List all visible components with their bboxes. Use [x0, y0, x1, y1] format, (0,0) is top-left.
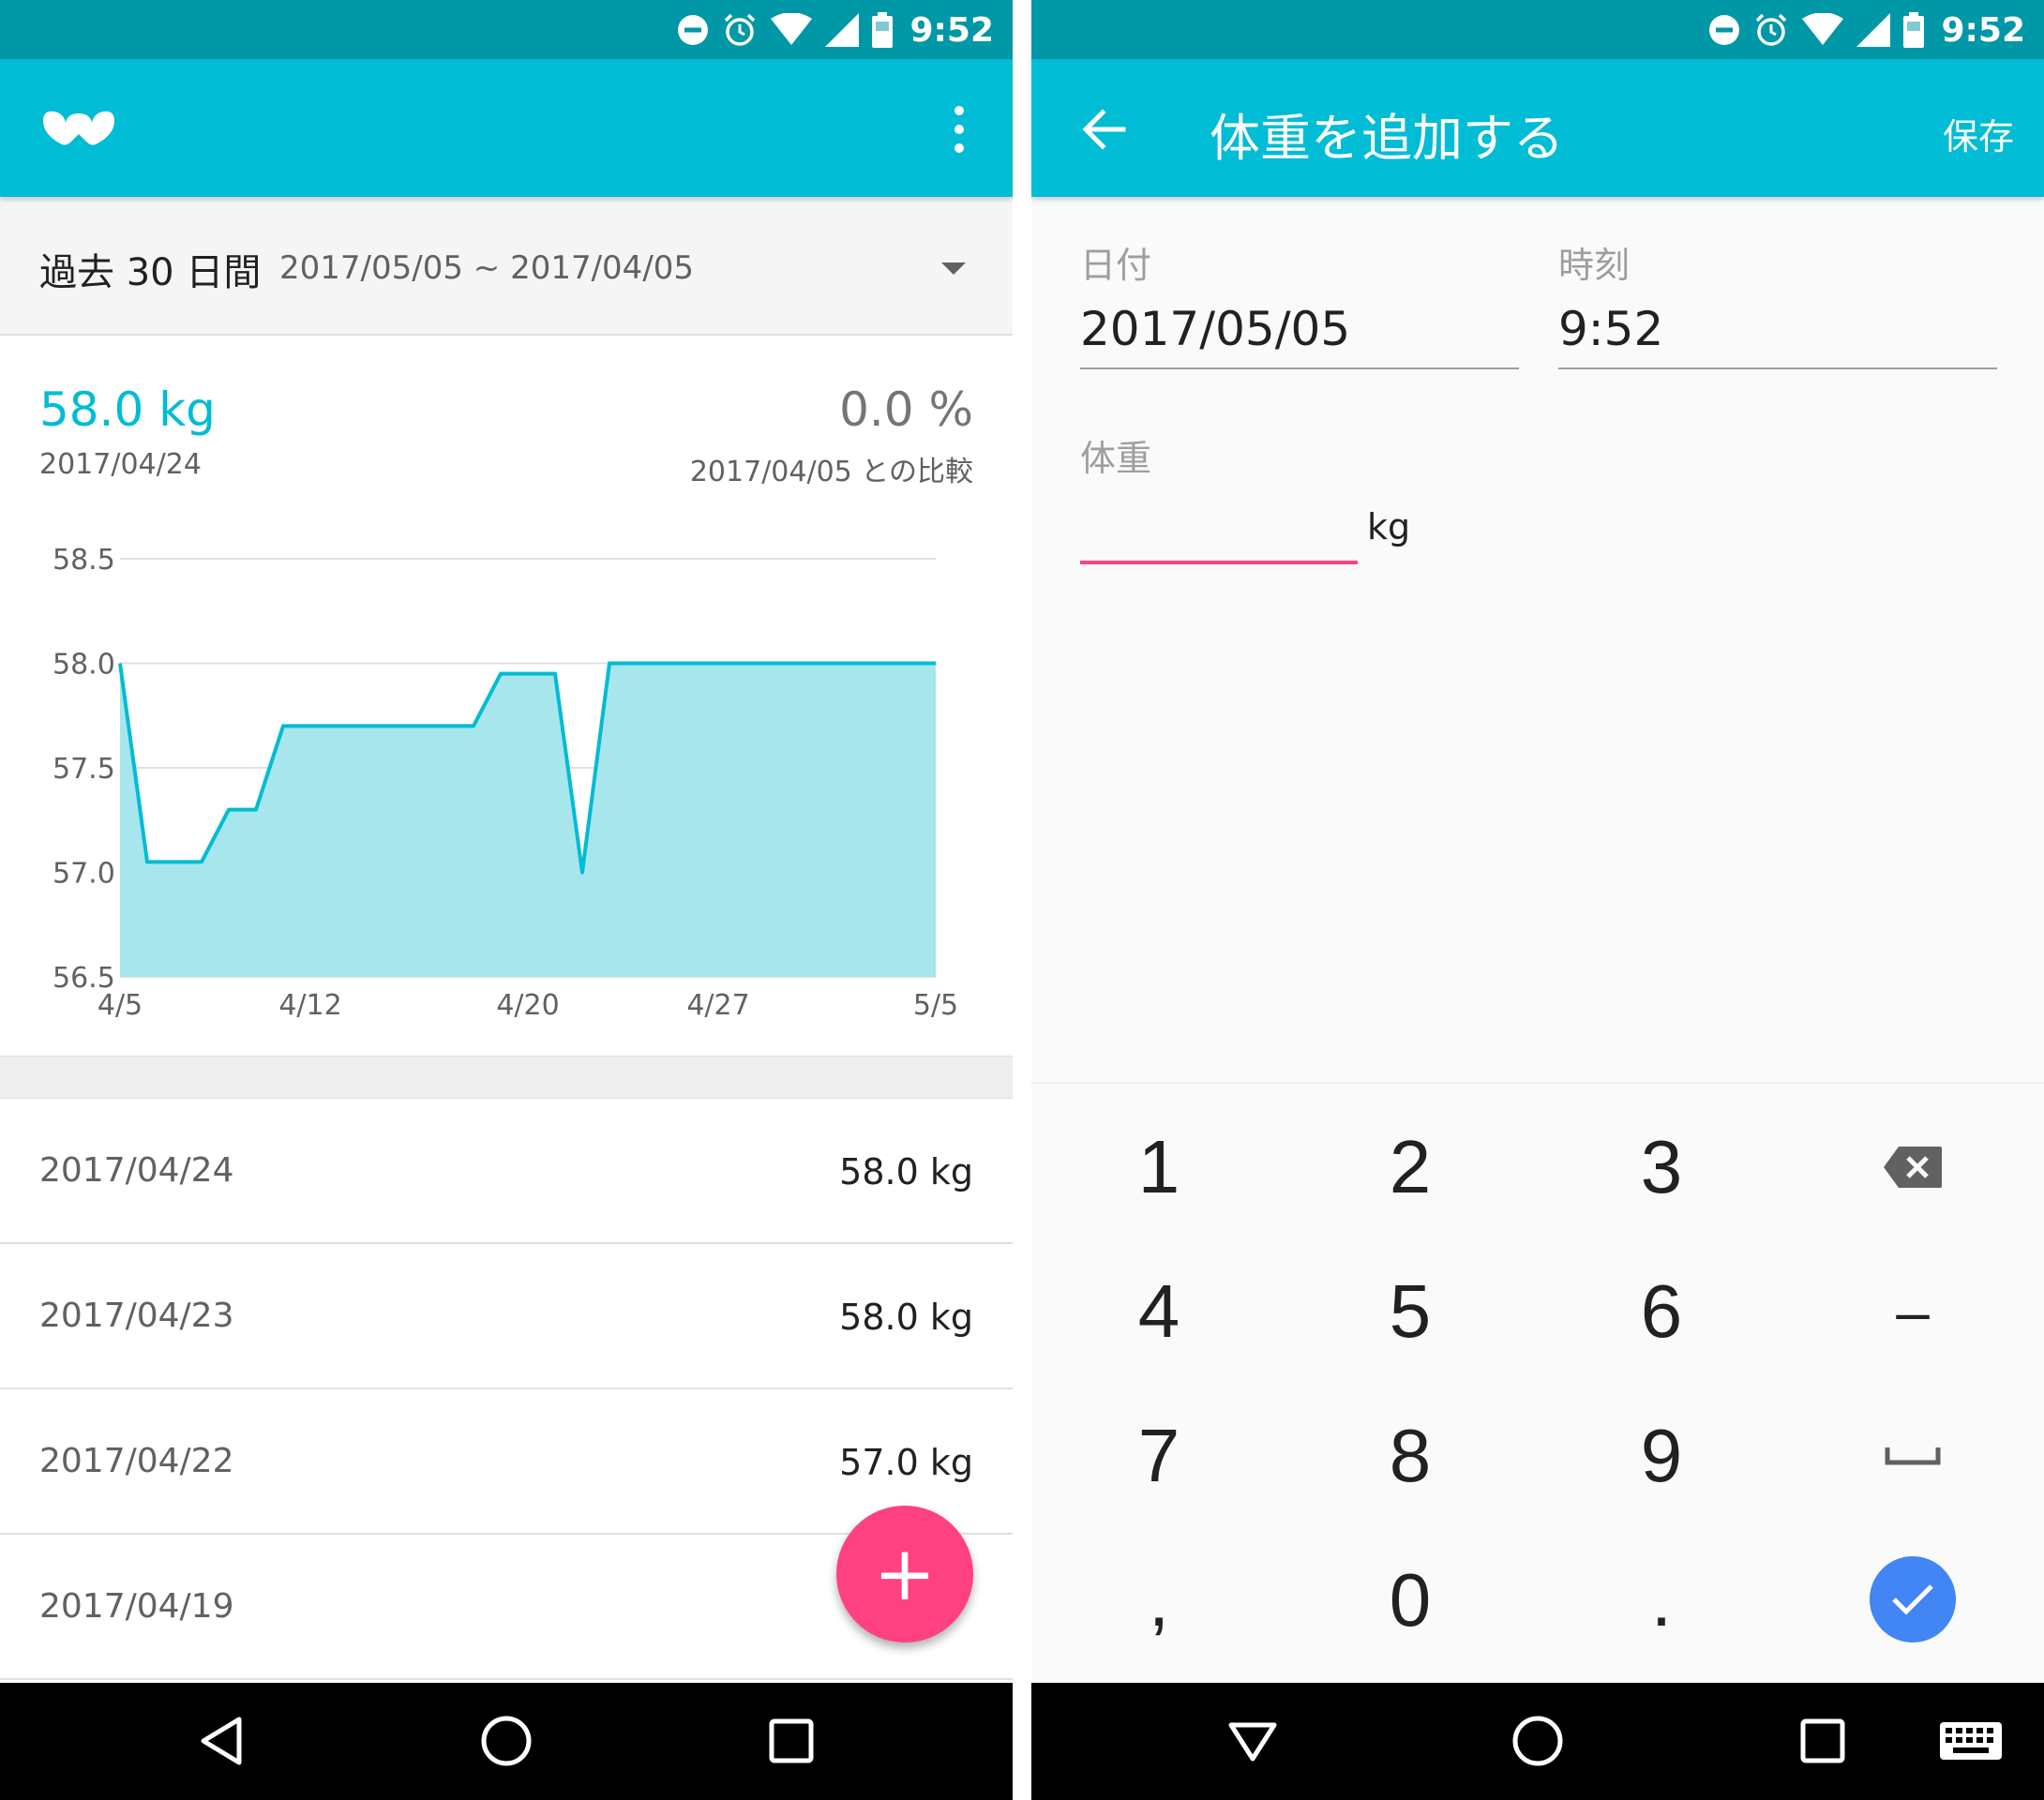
time-field[interactable]: 9:52 — [1558, 302, 1663, 356]
home-nav-icon[interactable] — [1510, 1713, 1566, 1769]
period-range: 2017/05/05 ~ 2017/04/05 — [279, 249, 695, 287]
x-tick-label: 4/20 — [496, 989, 559, 1022]
key-minus[interactable]: – — [1810, 1241, 2016, 1382]
x-tick-label: 4/27 — [686, 989, 749, 1022]
do-not-disturb-icon — [678, 15, 709, 45]
key-2[interactable]: 2 — [1307, 1097, 1513, 1238]
recents-nav-icon[interactable] — [1795, 1713, 1851, 1769]
app-bar: 体重を追加する 保存 — [1031, 59, 2044, 197]
battery-icon — [872, 12, 894, 48]
status-bar: 9:52 — [1031, 0, 2044, 59]
keyboard-switch-icon[interactable] — [1933, 1713, 2008, 1769]
status-bar: 9:52 — [0, 0, 1013, 59]
list-item[interactable]: 2017/04/22 57.0 kg — [0, 1389, 1013, 1535]
alarm-icon — [1756, 13, 1787, 46]
weight-chart: 58.558.057.557.056.54/5 4/12 4/20 4/27 5/5 — [53, 544, 958, 1022]
add-weight-form: 日付 2017/05/05 時刻 9:52 体重 kg — [1031, 197, 2044, 1082]
latest-weight: 58.0 kg — [39, 382, 216, 437]
key-1[interactable]: 1 — [1056, 1097, 1262, 1238]
latest-weight-date: 2017/04/24 — [39, 448, 202, 481]
key-8[interactable]: 8 — [1307, 1386, 1513, 1526]
record-date: 2017/04/19 — [39, 1587, 234, 1626]
app-logo-icon — [43, 111, 114, 145]
x-tick-label: 4/5 — [98, 989, 143, 1022]
time-label: 時刻 — [1558, 245, 1631, 286]
y-tick-label: 58.0 — [53, 649, 115, 682]
change-percent: 0.0 % — [839, 382, 973, 437]
do-not-disturb-icon — [1709, 15, 1740, 45]
x-tick-label: 5/5 — [913, 989, 958, 1022]
period-selector[interactable]: 過去 30 日間 2017/05/05 ~ 2017/04/05 — [0, 197, 1013, 336]
compare-date: 2017/04/05 との比較 — [689, 456, 973, 488]
back-nav-icon[interactable] — [193, 1713, 249, 1769]
weight-input-underline — [1080, 561, 1358, 564]
signal-icon — [825, 13, 860, 47]
numeric-keypad: 1 2 3 4 5 6 – 7 8 9 , 0 . — [1031, 1082, 2044, 1683]
record-date: 2017/04/22 — [39, 1442, 234, 1480]
check-icon — [1892, 1584, 1933, 1615]
back-arrow-icon[interactable] — [1080, 106, 1127, 153]
record-weight: 58.0 kg — [839, 1297, 973, 1338]
weight-label: 体重 — [1080, 438, 1152, 479]
weight-history-screen: 9:52 過去 30 日間 2017/05/05 ~ 2017/04/05 58… — [0, 0, 1013, 1800]
period-label: 過去 30 日間 — [39, 251, 262, 294]
wifi-icon — [1802, 13, 1844, 45]
key-3[interactable]: 3 — [1558, 1097, 1765, 1238]
status-icons: 9:52 — [677, 9, 994, 51]
y-tick-label: 58.5 — [53, 544, 115, 577]
navigation-bar — [1031, 1683, 2044, 1800]
key-6[interactable]: 6 — [1558, 1241, 1765, 1382]
add-weight-screen: 9:52 体重を追加する 保存 日付 2017/05/05 時刻 9:52 体重… — [1031, 0, 2044, 1800]
status-icons: 9:52 — [1708, 9, 2025, 51]
dropdown-arrow-icon — [941, 262, 966, 275]
status-time: 9:52 — [1941, 10, 2025, 50]
battery-icon — [1903, 12, 1925, 48]
record-date: 2017/04/24 — [39, 1151, 234, 1190]
backspace-key[interactable] — [1810, 1097, 2016, 1238]
wifi-icon — [771, 13, 813, 45]
page-title: 体重を追加する — [1210, 109, 1564, 168]
key-9[interactable]: 9 — [1558, 1386, 1765, 1526]
list-item[interactable]: 2017/04/23 58.0 kg — [0, 1244, 1013, 1389]
add-weight-button[interactable]: + — [836, 1506, 973, 1642]
recents-nav-icon[interactable] — [763, 1713, 819, 1769]
date-field-underline — [1080, 368, 1519, 369]
key-period[interactable]: . — [1558, 1530, 1765, 1671]
space-key[interactable] — [1810, 1386, 2016, 1526]
date-label: 日付 — [1080, 245, 1152, 286]
app-bar — [0, 59, 1013, 197]
key-comma[interactable]: , — [1056, 1530, 1262, 1671]
overflow-menu-icon[interactable] — [945, 106, 973, 153]
signal-icon — [1856, 13, 1891, 47]
weight-area — [120, 663, 936, 977]
space-icon — [1885, 1448, 1941, 1465]
record-date: 2017/04/23 — [39, 1297, 234, 1335]
section-divider — [0, 1056, 1013, 1099]
home-nav-icon[interactable] — [478, 1713, 534, 1769]
done-button[interactable] — [1870, 1556, 1956, 1642]
record-weight: 58.0 kg — [839, 1151, 973, 1192]
alarm-icon — [725, 13, 756, 46]
save-button[interactable]: 保存 — [1943, 108, 2014, 159]
list-item[interactable]: 2017/04/24 58.0 kg — [0, 1099, 1013, 1244]
key-4[interactable]: 4 — [1056, 1241, 1262, 1382]
time-field-underline — [1558, 368, 1997, 369]
key-0[interactable]: 0 — [1307, 1530, 1513, 1671]
navigation-bar — [0, 1683, 1013, 1800]
date-field[interactable]: 2017/05/05 — [1080, 302, 1350, 356]
back-nav-icon[interactable] — [1225, 1713, 1281, 1769]
y-tick-label: 57.0 — [53, 858, 115, 891]
status-time: 9:52 — [909, 10, 994, 50]
x-tick-label: 4/12 — [278, 989, 341, 1022]
screen-divider — [1013, 0, 1031, 1800]
weight-input[interactable] — [1080, 495, 1358, 557]
record-weight: 57.0 kg — [839, 1442, 973, 1483]
key-5[interactable]: 5 — [1307, 1241, 1513, 1382]
backspace-icon — [1884, 1147, 1942, 1188]
weight-unit-label: kg — [1367, 506, 1411, 548]
y-tick-label: 57.5 — [53, 753, 115, 786]
key-7[interactable]: 7 — [1056, 1386, 1262, 1526]
